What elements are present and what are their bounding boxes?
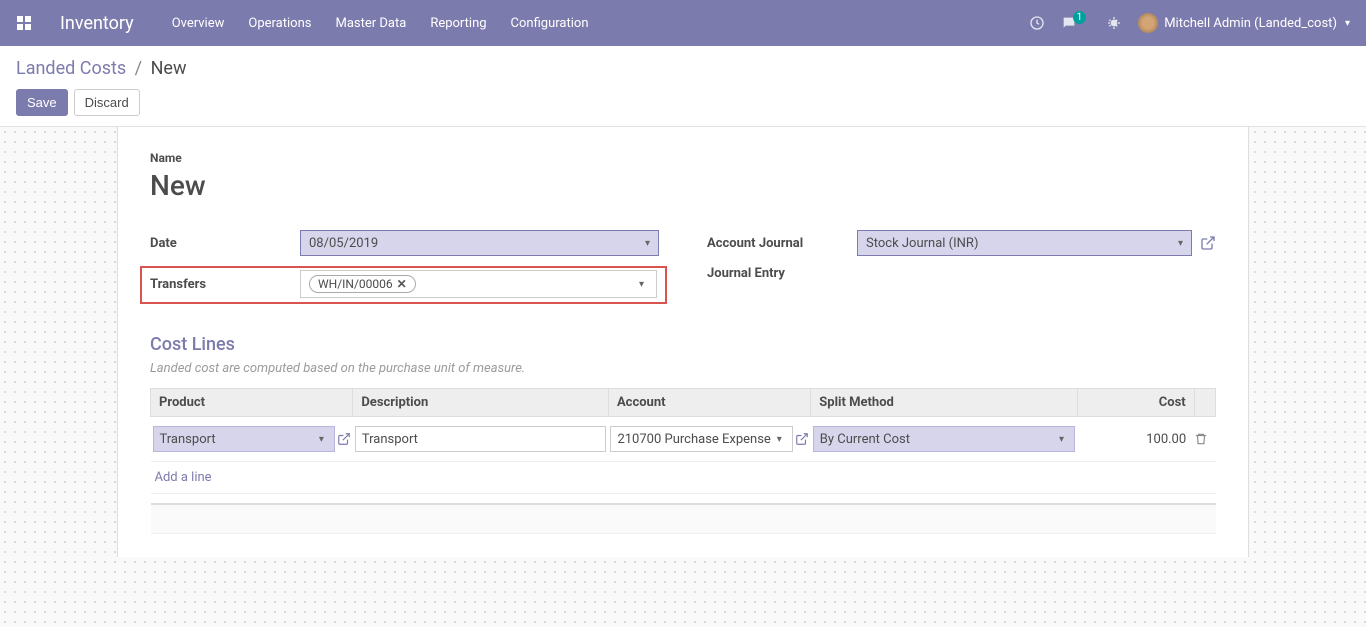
journal-value: Stock Journal (INR) bbox=[866, 236, 978, 251]
external-link-icon[interactable] bbox=[795, 432, 809, 446]
external-link-icon[interactable] bbox=[1200, 235, 1216, 251]
cost-lines-table: Product Description Account Split Method… bbox=[150, 388, 1216, 534]
top-navbar: Inventory Overview Operations Master Dat… bbox=[0, 0, 1366, 46]
nav-item-overview[interactable]: Overview bbox=[172, 16, 225, 31]
table-row: Transport ▾ Transport bbox=[151, 417, 1216, 462]
table-header-row: Product Description Account Split Method… bbox=[151, 389, 1216, 417]
journal-label: Account Journal bbox=[707, 236, 857, 251]
date-value: 08/05/2019 bbox=[309, 236, 378, 251]
entry-field: Journal Entry bbox=[707, 266, 1216, 281]
col-account: Account bbox=[608, 389, 810, 417]
chat-badge: 1 bbox=[1073, 11, 1087, 24]
app-title[interactable]: Inventory bbox=[60, 13, 134, 34]
split-cell-wrapper: By Current Cost ▾ bbox=[811, 422, 1077, 456]
cost-lines-title: Cost Lines bbox=[150, 334, 1216, 355]
main-area: Name New Date 08/05/2019 ▾ Transfers bbox=[0, 127, 1366, 627]
chevron-down-icon[interactable]: ▾ bbox=[315, 434, 328, 445]
avatar bbox=[1138, 13, 1158, 33]
transfer-tag: WH/IN/00006 ✕ bbox=[309, 275, 416, 293]
trash-icon[interactable] bbox=[1194, 417, 1215, 461]
transfers-widget: WH/IN/00006 ✕ ▾ bbox=[300, 270, 657, 298]
breadcrumb-parent[interactable]: Landed Costs bbox=[16, 58, 126, 79]
col-cost: Cost bbox=[1077, 389, 1194, 417]
navbar-left: Inventory Overview Operations Master Dat… bbox=[16, 13, 589, 34]
external-link-icon[interactable] bbox=[337, 432, 351, 446]
account-value: 210700 Purchase Expense bbox=[617, 432, 770, 447]
nav-menu: Overview Operations Master Data Reportin… bbox=[172, 16, 589, 31]
chevron-down-icon[interactable]: ▾ bbox=[645, 238, 650, 249]
close-icon[interactable]: ✕ bbox=[397, 277, 407, 291]
add-line-row: Add a line bbox=[151, 462, 1216, 494]
user-menu[interactable]: Mitchell Admin (Landed_cost) ▾ bbox=[1138, 13, 1350, 33]
caret-down-icon: ▾ bbox=[1345, 18, 1350, 29]
nav-item-configuration[interactable]: Configuration bbox=[511, 16, 589, 31]
product-value: Transport bbox=[160, 432, 216, 447]
product-cell-wrapper: Transport ▾ bbox=[151, 422, 353, 456]
name-value: New bbox=[150, 169, 1216, 202]
discard-button[interactable]: Discard bbox=[74, 89, 140, 116]
journal-field: Account Journal Stock Journal (INR) ▾ bbox=[707, 230, 1216, 256]
col-actions bbox=[1194, 389, 1215, 417]
nav-item-operations[interactable]: Operations bbox=[248, 16, 311, 31]
debug-icon[interactable] bbox=[1106, 15, 1122, 31]
breadcrumb-separator: / bbox=[135, 58, 142, 79]
journal-widget: Stock Journal (INR) ▾ bbox=[857, 230, 1216, 256]
table-spacer bbox=[151, 494, 1216, 504]
breadcrumb: Landed Costs / New bbox=[16, 58, 1350, 79]
action-buttons: Save Discard bbox=[16, 89, 1350, 116]
cost-value[interactable]: 100.00 bbox=[1077, 426, 1194, 453]
description-input[interactable]: Transport bbox=[355, 426, 607, 452]
nav-item-master-data[interactable]: Master Data bbox=[335, 16, 406, 31]
chevron-down-icon[interactable]: ▾ bbox=[639, 279, 648, 290]
transfer-tag-label: WH/IN/00006 bbox=[318, 277, 393, 291]
breadcrumb-current: New bbox=[151, 58, 187, 79]
form-row-1: Date 08/05/2019 ▾ Transfers bbox=[150, 230, 1216, 304]
date-input[interactable]: 08/05/2019 ▾ bbox=[300, 230, 659, 256]
form-col-right: Account Journal Stock Journal (INR) ▾ Jo… bbox=[707, 230, 1216, 291]
cost-lines-hint: Landed cost are computed based on the pu… bbox=[150, 361, 1216, 376]
account-input[interactable]: 210700 Purchase Expense ▾ bbox=[610, 426, 792, 452]
date-field: Date 08/05/2019 ▾ bbox=[150, 230, 659, 256]
chat-icon[interactable]: 1 bbox=[1061, 15, 1091, 31]
transfers-input[interactable]: WH/IN/00006 ✕ ▾ bbox=[300, 270, 657, 298]
chevron-down-icon[interactable]: ▾ bbox=[1055, 434, 1068, 445]
date-label: Date bbox=[150, 236, 300, 251]
split-input[interactable]: By Current Cost ▾ bbox=[813, 426, 1075, 452]
product-input[interactable]: Transport ▾ bbox=[153, 426, 335, 452]
journal-input[interactable]: Stock Journal (INR) ▾ bbox=[857, 230, 1192, 256]
control-panel: Landed Costs / New Save Discard bbox=[0, 46, 1366, 127]
col-split: Split Method bbox=[811, 389, 1077, 417]
description-cell-wrapper: Transport bbox=[353, 422, 609, 456]
transfers-field: Transfers WH/IN/00006 ✕ ▾ bbox=[150, 270, 657, 298]
apps-icon[interactable] bbox=[16, 15, 32, 31]
save-button[interactable]: Save bbox=[16, 89, 68, 116]
chevron-down-icon[interactable]: ▾ bbox=[1178, 238, 1183, 249]
date-widget: 08/05/2019 ▾ bbox=[300, 230, 659, 256]
transfers-label: Transfers bbox=[150, 277, 300, 292]
col-description: Description bbox=[353, 389, 609, 417]
nav-item-reporting[interactable]: Reporting bbox=[430, 16, 486, 31]
name-label: Name bbox=[150, 151, 1216, 165]
user-name: Mitchell Admin (Landed_cost) bbox=[1164, 16, 1337, 31]
col-product: Product bbox=[151, 389, 353, 417]
table-total-row bbox=[151, 504, 1216, 534]
form-col-left: Date 08/05/2019 ▾ Transfers bbox=[150, 230, 659, 304]
account-cell-wrapper: 210700 Purchase Expense ▾ bbox=[608, 422, 810, 456]
add-line-link[interactable]: Add a line bbox=[151, 462, 216, 493]
transfers-highlight: Transfers WH/IN/00006 ✕ ▾ bbox=[140, 266, 667, 304]
activity-icon[interactable] bbox=[1029, 15, 1045, 31]
form-sheet: Name New Date 08/05/2019 ▾ Transfers bbox=[117, 127, 1249, 557]
navbar-right: 1 Mitchell Admin (Landed_cost) ▾ bbox=[1029, 13, 1350, 33]
description-value: Transport bbox=[362, 432, 418, 447]
entry-label: Journal Entry bbox=[707, 266, 857, 281]
split-value: By Current Cost bbox=[820, 432, 910, 447]
chevron-down-icon[interactable]: ▾ bbox=[773, 434, 786, 445]
